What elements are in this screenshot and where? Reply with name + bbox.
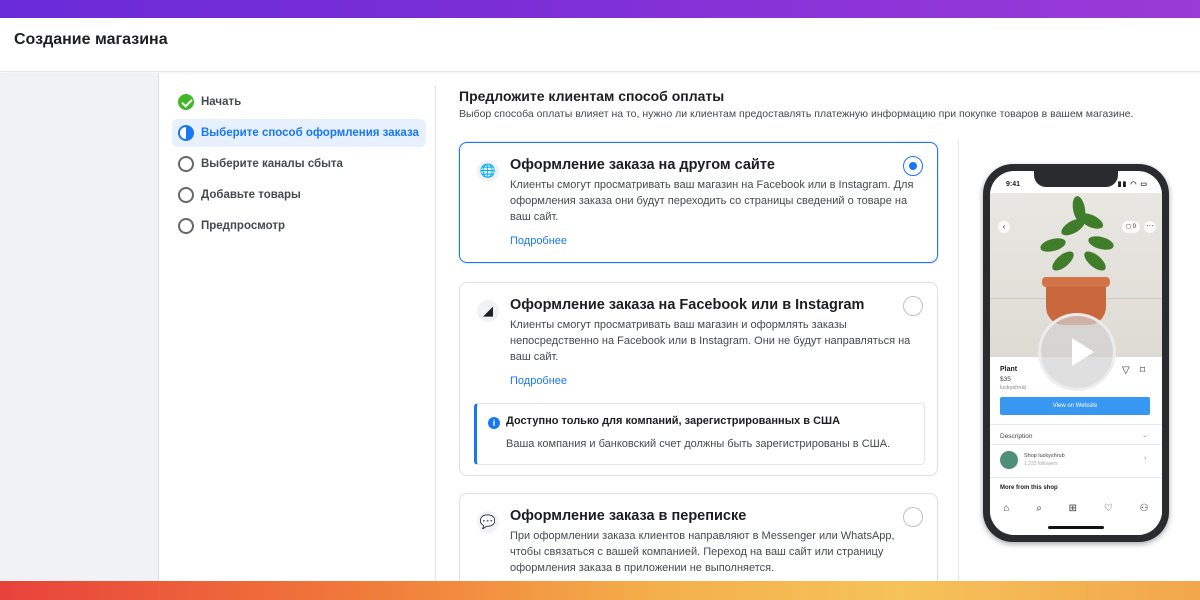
radio-external-site[interactable] (903, 156, 923, 176)
view-on-website-button: View on Website (1000, 397, 1150, 415)
step-sales-channels[interactable]: Выберите каналы сбыта (172, 150, 426, 178)
step-list: Начать Выберите способ оформления заказа… (172, 88, 426, 243)
product-name: Plant (1000, 366, 1018, 373)
step-add-products[interactable]: Добавьте товары (172, 181, 426, 209)
shop-name: Shop luckyshrub (1024, 453, 1065, 459)
more-icon: ··· (1144, 221, 1156, 233)
status-time: 9:41 (1006, 181, 1021, 188)
leaf (1038, 235, 1068, 255)
step-label: Предпросмотр (201, 220, 285, 232)
more-from-shop-label: More from this shop (1000, 485, 1058, 491)
step-start[interactable]: Начать (172, 88, 426, 116)
separator (990, 444, 1162, 445)
page-header: Создание магазина (0, 18, 1200, 72)
product-shop: luckyshrub (1000, 385, 1027, 391)
notice-title: Доступно только для компаний, зарегистри… (506, 415, 841, 427)
section-subtitle: Выбор способа оплаты влияет на то, нужно… (459, 108, 1134, 120)
us-only-notice: i Доступно только для компаний, зарегист… (474, 403, 925, 465)
heart-icon: ♡ (1103, 502, 1113, 514)
learn-more-link[interactable]: Подробнее (510, 235, 567, 247)
description-label: Description (1000, 433, 1033, 440)
step-preview[interactable]: Предпросмотр (172, 212, 426, 240)
leaf (1086, 233, 1116, 253)
half-circle-icon (178, 125, 194, 141)
option-title: Оформление заказа на другом сайте (510, 157, 776, 173)
option-title: Оформление заказа на Facebook или в Inst… (510, 297, 865, 313)
play-icon[interactable] (1038, 313, 1116, 391)
home-indicator (1048, 526, 1104, 529)
page-title: Создание магазина (14, 31, 168, 48)
back-icon: ‹ (998, 221, 1010, 233)
option-title: Оформление заказа в переписке (510, 508, 747, 524)
option-description: При оформлении заказа клиентов направляю… (510, 530, 895, 574)
card-icon: ◢ (477, 300, 499, 322)
learn-more-link[interactable]: Подробнее (510, 375, 567, 387)
section-title: Предложите клиентам способ оплаты (459, 88, 725, 104)
step-label: Начать (201, 96, 242, 108)
chat-icon: 💬 (477, 511, 499, 533)
shop-avatar (1000, 451, 1018, 469)
leaf (1049, 248, 1077, 274)
product-price: $35 (1000, 376, 1011, 383)
preview-divider (958, 140, 959, 581)
top-brand-bar (0, 0, 1200, 18)
option-card-external-site[interactable]: 🌐 Оформление заказа на другом сайте Клие… (459, 142, 938, 263)
chevron-down-icon: ⌄ (1142, 432, 1148, 439)
option-description: Клиенты смогут просматривать ваш магазин… (510, 179, 914, 223)
option-card-facebook-instagram[interactable]: ◢ Оформление заказа на Facebook или в In… (459, 282, 938, 476)
separator (990, 424, 1162, 425)
info-icon: i (488, 417, 500, 429)
radio-facebook-instagram[interactable] (903, 296, 923, 316)
empty-circle-icon (178, 218, 194, 234)
left-gutter (0, 73, 159, 581)
search-icon: ⌕ (1036, 502, 1042, 514)
step-label: Выберите каналы сбыта (201, 158, 343, 170)
leaf (1081, 248, 1109, 274)
cart-icon: ◻ 0 (1122, 221, 1140, 233)
column-divider (435, 86, 436, 581)
separator (990, 477, 1162, 478)
empty-circle-icon (178, 156, 194, 172)
shop-followers: 1,233 followers (1024, 461, 1058, 467)
step-label: Добавьте товары (201, 189, 301, 201)
step-checkout-method[interactable]: Выберите способ оформления заказа (172, 119, 426, 147)
chevron-right-icon: › (1144, 455, 1147, 462)
add-icon: ⊞ (1068, 502, 1078, 514)
signal-icon: ▮▮ ◠ ▭ (1117, 181, 1148, 188)
option-description: Клиенты смогут просматривать ваш магазин… (510, 319, 911, 363)
home-icon: ⌂ (1003, 502, 1010, 514)
globe-icon: 🌐 (477, 160, 499, 182)
share-icon: ▽ (1122, 365, 1130, 376)
phone-preview: 9:41 ▮▮ ◠ ▭ ‹ ◻ 0 ··· Plant $35 luckyshr… (983, 164, 1169, 542)
bookmark-icon: ⌑ (1140, 365, 1146, 376)
phone-screen: 9:41 ▮▮ ◠ ▭ ‹ ◻ 0 ··· Plant $35 luckyshr… (990, 171, 1162, 535)
plant-pot-rim (1042, 277, 1110, 287)
check-circle-icon (178, 94, 194, 110)
radio-messaging[interactable] (903, 507, 923, 527)
notice-text: Ваша компания и банковский счет должны б… (506, 438, 891, 450)
empty-circle-icon (178, 187, 194, 203)
bottom-brand-bar (0, 581, 1200, 600)
profile-icon: ⚇ (1139, 502, 1149, 514)
phone-notch (1034, 171, 1118, 187)
step-label: Выберите способ оформления заказа (201, 127, 419, 139)
bottom-nav: ⌂ ⌕ ⊞ ♡ ⚇ (990, 495, 1162, 521)
